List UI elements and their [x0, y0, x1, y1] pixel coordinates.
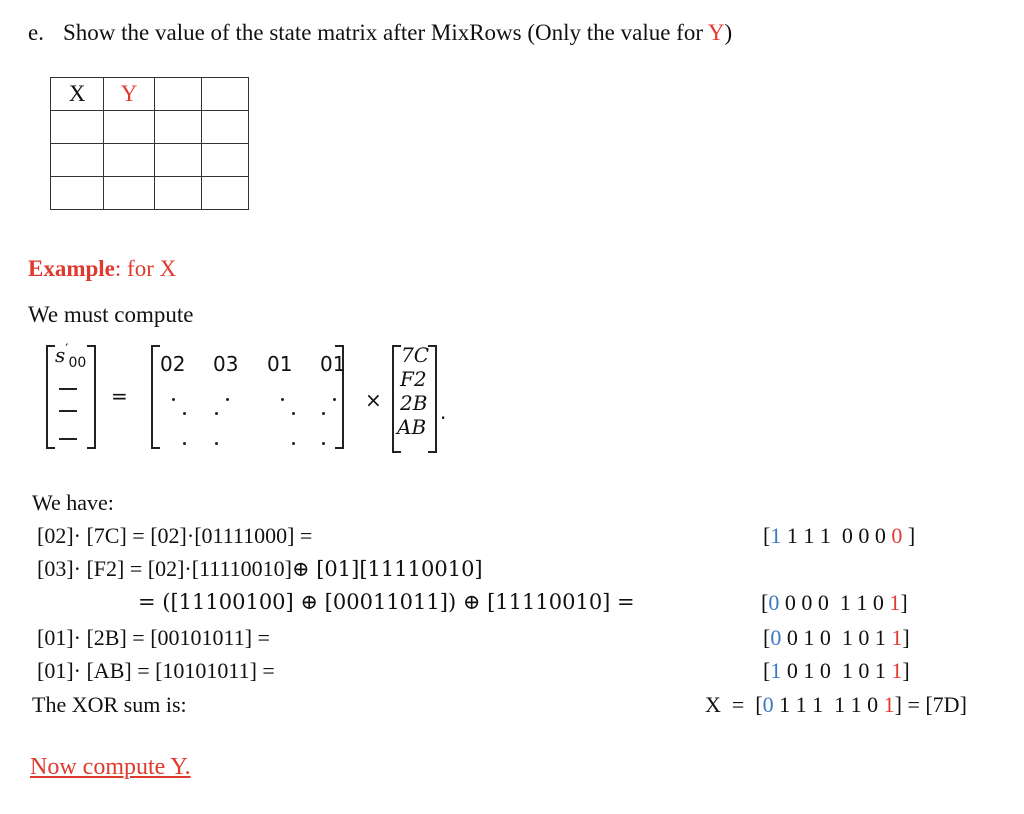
- example-heading: Example: for X: [28, 256, 176, 282]
- matrix-bracket-left: [151, 345, 160, 449]
- lhs-bracket-right: [87, 345, 96, 449]
- ellipsis-dot: [292, 442, 295, 445]
- work-line-expansion: = ([11100100] ⊕ [00011011]) ⊕ [11110010]…: [138, 590, 635, 614]
- matrix-entry: 02: [160, 352, 186, 376]
- table-cell[interactable]: [201, 110, 249, 144]
- xor-sum-label: The XOR sum is:: [32, 692, 187, 717]
- result-bits: [0 0 1 0 1 0 1 1]: [763, 625, 910, 650]
- table-cell[interactable]: [103, 176, 155, 210]
- answer-table: X Y: [50, 77, 249, 210]
- table-cell[interactable]: [103, 110, 155, 144]
- vector-bracket-right: [428, 345, 437, 453]
- table-cell[interactable]: [50, 143, 104, 177]
- table-cell[interactable]: [50, 110, 104, 144]
- lhs-blank: [59, 410, 77, 412]
- lhs-symbol: s′00: [55, 342, 87, 371]
- ellipsis-dot: [226, 398, 229, 401]
- question-text-main: Show the value of the state matrix after…: [63, 20, 708, 45]
- table-cell[interactable]: [50, 176, 104, 210]
- ellipsis-dot: [292, 412, 295, 415]
- ellipsis-dot: [322, 412, 325, 415]
- result-bits: [1 1 1 1 0 0 0 0 ]: [763, 523, 916, 548]
- ellipsis-dot: [322, 442, 325, 445]
- ellipsis-dot: [215, 412, 218, 415]
- matrix-entry: 01: [267, 352, 293, 376]
- table-cell[interactable]: [154, 110, 202, 144]
- work-line-math: ⊕ [01][11110010]: [291, 557, 483, 581]
- question-highlight: Y: [707, 20, 725, 45]
- work-line-01-ab: [01]· [AB] = [10101011] =: [37, 658, 275, 683]
- example-intro: We must compute: [28, 302, 194, 327]
- lhs-bracket-left: [46, 345, 55, 449]
- table-cell[interactable]: [103, 143, 155, 177]
- vector-entry: AB: [397, 415, 427, 439]
- lhs-blank: [59, 438, 77, 440]
- table-cell[interactable]: [154, 176, 202, 210]
- table-cell[interactable]: [154, 143, 202, 177]
- lhs-blank: [59, 388, 77, 390]
- times-sign: ×: [365, 388, 382, 412]
- xor-sum-result: X = [0 1 1 1 1 1 0 1] = [7D]: [705, 692, 967, 717]
- question-text-end: ): [724, 20, 733, 45]
- table-header-x: X: [50, 77, 104, 111]
- work-line-03-f2: [03]· [F2] = [02]·[11110010]⊕ [01][11110…: [37, 556, 483, 582]
- work-line-text: [03]· [F2] = [02]·[11110010]: [37, 556, 292, 581]
- equals-sign: =: [111, 384, 128, 408]
- ellipsis-dot: [333, 398, 336, 401]
- work-heading: We have:: [32, 490, 114, 515]
- question-text: Show the value of the state matrix after…: [63, 20, 732, 46]
- work-line-01-2b: [01]· [2B] = [00101011] =: [37, 625, 270, 650]
- example-title-rest: : for X: [114, 256, 177, 281]
- example-title-bold: Example: [28, 256, 115, 281]
- result-bits: [0 0 0 0 1 1 0 1]: [761, 590, 908, 615]
- table-row: [50, 110, 249, 144]
- table-header-row: X Y: [50, 77, 249, 111]
- vector-entry: 2B: [400, 391, 428, 415]
- vector-entry: F2: [400, 367, 427, 391]
- table-row: [50, 176, 249, 210]
- matrix-entry: 01: [320, 352, 346, 376]
- now-compute-y-text[interactable]: Now compute Y.: [30, 754, 191, 780]
- table-cell[interactable]: [201, 77, 249, 111]
- ellipsis-dot: [215, 442, 218, 445]
- table-cell[interactable]: [154, 77, 202, 111]
- ellipsis-dot: [183, 412, 186, 415]
- table-header-y: Y: [103, 77, 155, 111]
- table-row: [50, 143, 249, 177]
- ellipsis-dot: [183, 442, 186, 445]
- work-line-02-7c: [02]· [7C] = [02]·[01111000] =: [37, 523, 313, 548]
- vector-entry: 7C: [401, 343, 430, 367]
- ellipsis-dot: [172, 398, 175, 401]
- result-bits: [1 0 1 0 1 0 1 1]: [763, 658, 910, 683]
- matrix-entry: 03: [213, 352, 239, 376]
- question-label: e.: [28, 20, 44, 45]
- table-cell[interactable]: [201, 176, 249, 210]
- table-cell[interactable]: [201, 143, 249, 177]
- now-compute-y-link[interactable]: Now compute Y.: [30, 754, 191, 781]
- equation-period: .: [440, 400, 447, 424]
- ellipsis-dot: [281, 398, 284, 401]
